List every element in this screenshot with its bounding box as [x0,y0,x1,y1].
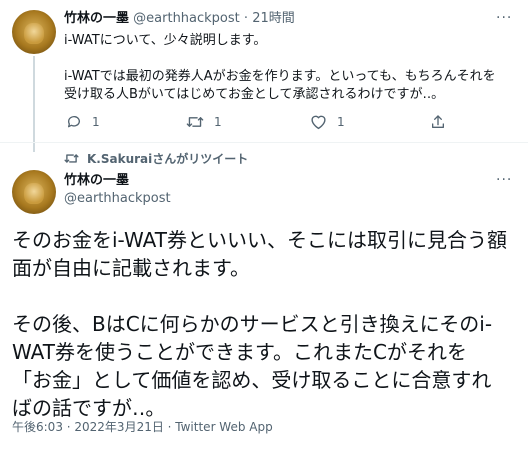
more-options-icon[interactable]: ··· [496,10,512,26]
tweet-text-line: WAT券を使うことができます。これまたCがそれを [12,340,467,364]
author-name: 竹林の一墨 [64,172,129,190]
tweet-text: i-WATについて、少々説明します。 i-WATでは最初の発券人Aがお金を作りま… [64,32,514,104]
tweet-text-line [12,282,512,310]
author-handle[interactable]: @earthhackpost [133,11,240,26]
tweet-text-line [64,50,514,68]
divider [0,142,528,143]
tweet-text-line: そのお金をi-WAT券といいい、そこには取引に見合う額 [12,228,507,252]
reply-button[interactable]: 1 [66,114,100,130]
like-count: 1 [337,115,345,129]
retweet-icon [186,117,204,127]
more-options-icon[interactable]: ··· [496,172,512,188]
tweet-timestamp[interactable]: 午後6:03 · 2022年3月21日 · Twitter Web App [12,418,273,435]
thread-line [33,56,35,152]
share-icon [432,115,444,128]
tweet-text-line: その後、BはCに何らかのサービスと引き換えにそのi- [12,312,493,336]
share-button[interactable] [430,114,446,130]
tweet-text-line: i-WATでは最初の発券人Aがお金を作ります。といっても、もちろんそれを [64,69,496,84]
avatar[interactable] [12,10,56,54]
author-name-text[interactable]: 竹林の一墨 [64,173,129,188]
tweet-text: そのお金をi-WAT券といいい、そこには取引に見合う額 面が自由に記載されます。… [12,226,512,422]
tweet-header: 竹林の一墨 @earthhackpost · 21時間 [64,10,295,28]
tweet-time[interactable]: 21時間 [252,11,295,26]
tweet-actions: 1 1 1 [64,114,454,134]
heart-icon [311,115,326,130]
tweet-text-line: 面が自由に記載されます。 [12,256,250,280]
separator-dot: · [243,11,249,26]
author-handle[interactable]: @earthhackpost [64,190,171,208]
reply-icon [67,116,80,128]
reply-count: 1 [92,115,100,129]
retweet-banner[interactable]: K.Sakuraiさんがリツイート [64,150,248,167]
author-name[interactable]: 竹林の一墨 [64,11,129,26]
tweet-text-line: i-WATについて、少々説明します。 [64,33,267,48]
retweet-count: 1 [214,115,222,129]
retweet-button[interactable]: 1 [186,114,222,130]
like-button[interactable]: 1 [310,114,345,130]
avatar[interactable] [12,170,56,214]
tweet-text-line: 受け取る人Bがいてはじめてお金として承認されるわけですが‥。 [64,87,445,102]
retweet-icon [64,154,79,163]
tweet-text-line: 「お金」として価値を認め、受け取ることに合意すれ [12,368,492,392]
retweet-banner-text: K.Sakuraiさんがリツイート [87,152,249,166]
